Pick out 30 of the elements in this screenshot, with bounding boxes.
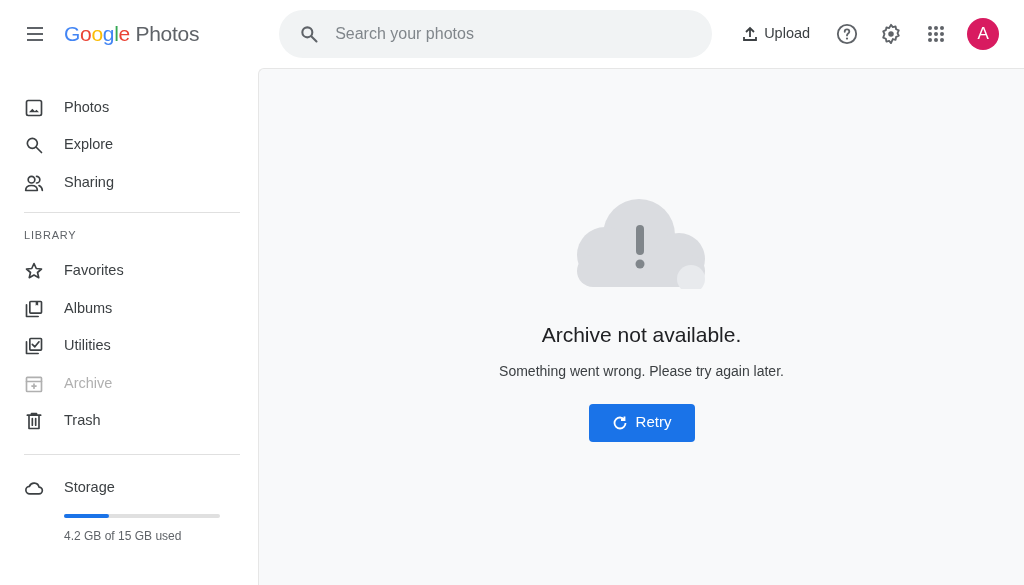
album-icon <box>24 298 44 319</box>
apps-grid-icon[interactable] <box>927 25 946 43</box>
checklist-icon <box>24 336 44 357</box>
search-icon <box>24 135 44 156</box>
sidebar-item[interactable]: Photos <box>0 89 258 127</box>
sidebar-item[interactable]: Explore <box>0 126 258 164</box>
search-bar[interactable]: Search your photos <box>279 10 713 58</box>
menu-icon[interactable] <box>25 24 45 44</box>
settings-icon[interactable] <box>880 23 903 45</box>
sidebar-item[interactable]: Sharing <box>0 164 258 202</box>
upload-icon <box>742 26 759 42</box>
search-icon <box>299 24 320 44</box>
storage-usage: 4.2 GB of 15 GB used <box>64 528 183 545</box>
sidebar-item[interactable]: Albums <box>0 290 258 328</box>
section-heading: LIBRARY <box>23 228 78 244</box>
trash-icon <box>24 411 44 432</box>
sidebar-item[interactable]: Storage <box>0 469 258 506</box>
retry-button[interactable]: Retry <box>588 403 695 442</box>
refresh-icon <box>611 414 628 431</box>
error-message: Something went wrong. Please try again later. <box>499 361 784 381</box>
sidebar-item[interactable]: Favorites <box>0 252 258 290</box>
app-logo[interactable]: Google Photos <box>64 18 200 50</box>
sidebar-item[interactable]: Utilities <box>0 327 258 365</box>
help-icon[interactable] <box>836 23 859 45</box>
error-title: Archive not available. <box>541 322 742 348</box>
image-icon <box>24 97 44 118</box>
upload-button[interactable]: Upload <box>738 19 815 49</box>
sidebar-item[interactable]: Trash <box>0 402 258 440</box>
search-field[interactable]: Search your photos <box>335 22 693 46</box>
avatar[interactable]: A <box>967 18 1000 50</box>
